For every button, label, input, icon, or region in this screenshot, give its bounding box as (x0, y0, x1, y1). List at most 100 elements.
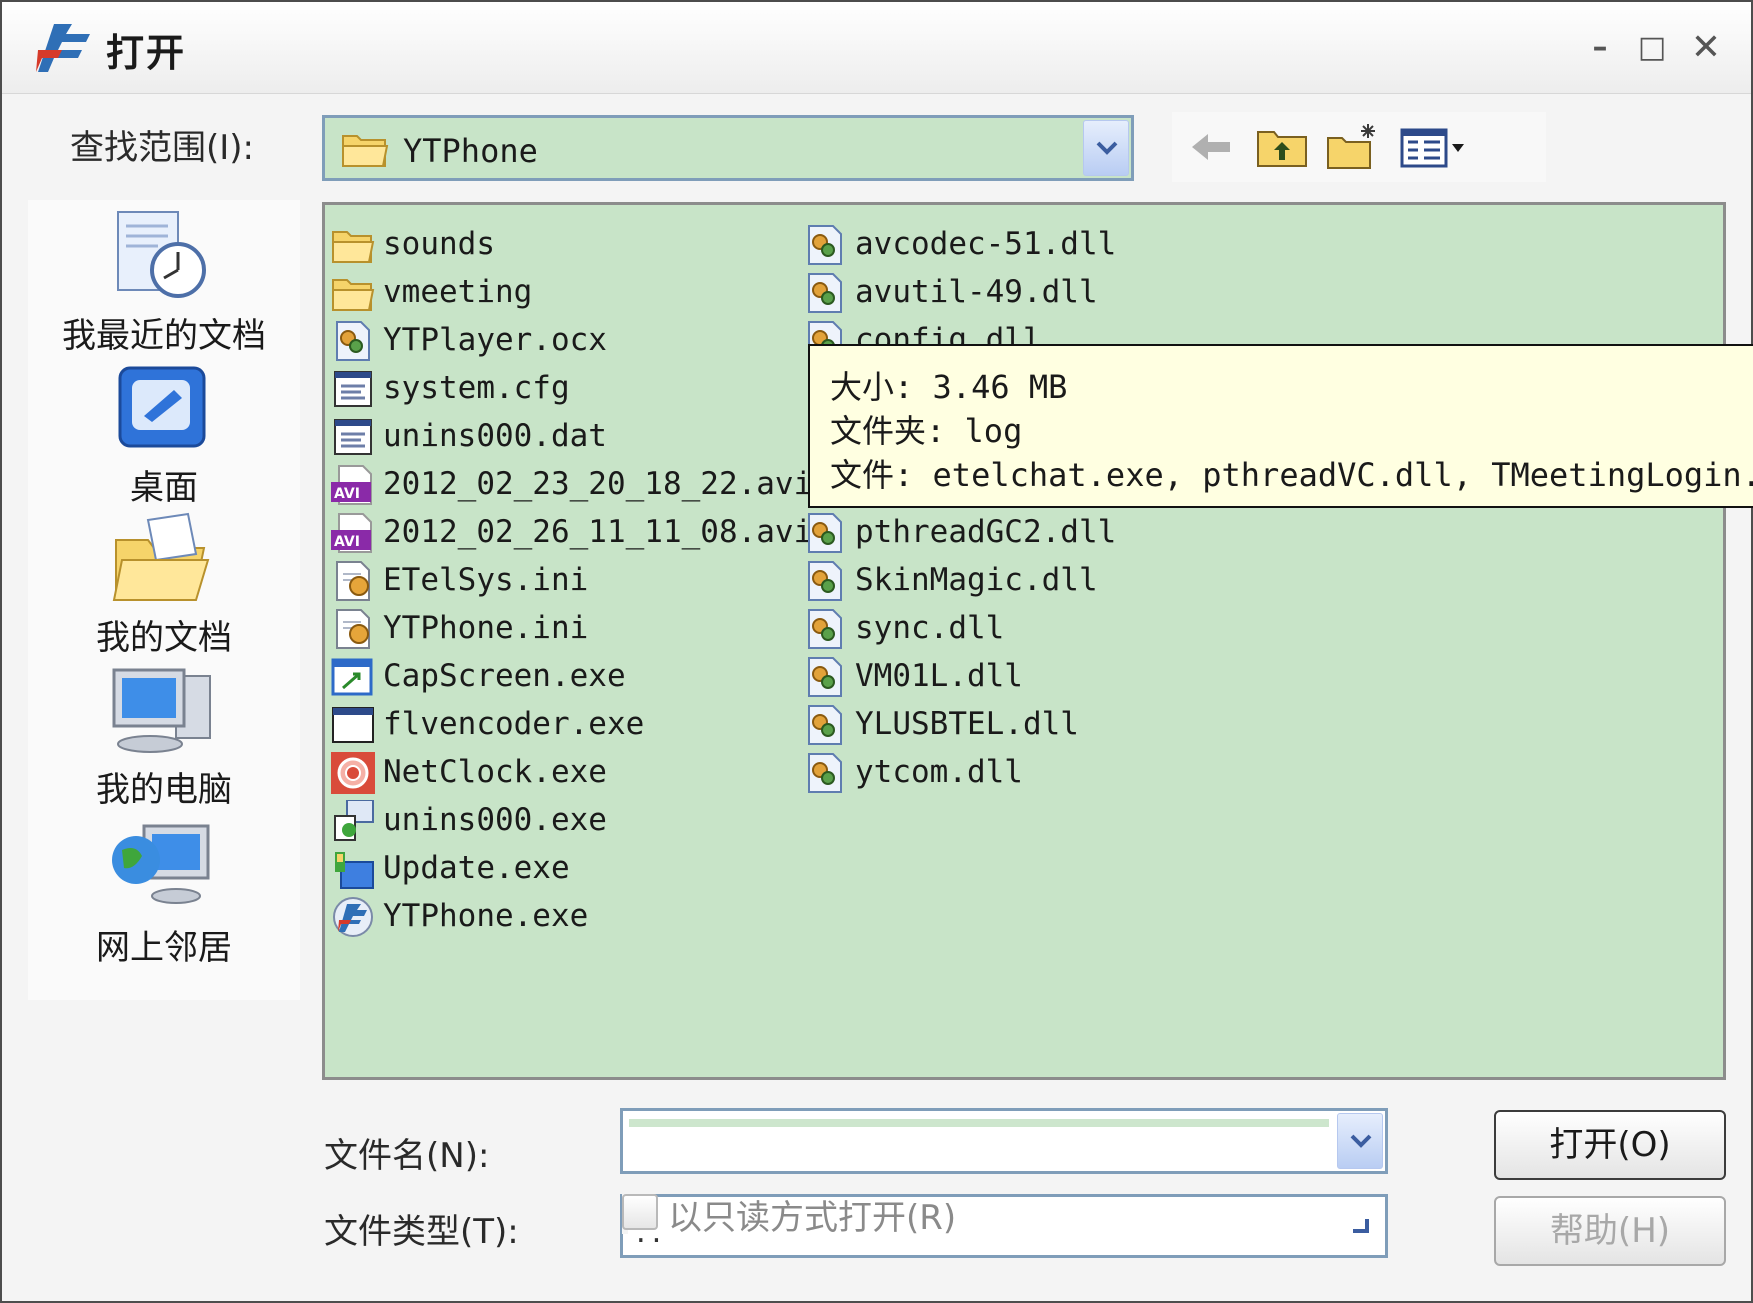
window-exe-icon (332, 707, 374, 743)
ini-icon (336, 561, 370, 601)
window-title: 打开 (106, 31, 187, 75)
place-network-places[interactable]: 网上邻居 (28, 820, 300, 970)
place-my-documents[interactable]: 我的文档 (28, 510, 300, 660)
dll-icon (808, 225, 842, 265)
tooltip-size: 大小: 3.46 MB (830, 368, 1068, 406)
chevron-down-icon (1350, 1134, 1372, 1148)
file-name: vmeeting (383, 274, 533, 310)
place-label-desktop: 桌面 (130, 468, 198, 508)
ytphone-app-icon (36, 24, 90, 72)
file-name: flvencoder.exe (383, 706, 645, 742)
help-button[interactable]: 帮助(H) (1494, 1196, 1726, 1266)
dll-icon (808, 561, 842, 601)
file-name: SkinMagic.dll (855, 562, 1098, 598)
uninstall-exe-icon (334, 800, 374, 841)
dll-icon (808, 273, 842, 313)
file-name: system.cfg (383, 370, 570, 406)
file-name: avutil-49.dll (855, 274, 1098, 310)
file-name: Update.exe (383, 850, 570, 886)
up-one-level-button[interactable] (1252, 120, 1312, 174)
place-label-my-computer: 我的电脑 (96, 770, 232, 810)
back-arrow-icon (1192, 134, 1230, 160)
filename-label: 文件名(N): (324, 1136, 490, 1176)
filetype-dropdown-button[interactable] (1337, 1199, 1383, 1253)
update-exe-icon (335, 852, 374, 889)
look-in-value: YTPhone (403, 132, 538, 170)
filetype-label: 文件类型(T): (324, 1212, 519, 1252)
place-my-computer[interactable]: 我的电脑 (28, 662, 300, 812)
file-name: unins000.dat (383, 418, 607, 454)
clock-exe-icon (331, 752, 375, 794)
file-name: sync.dll (855, 610, 1005, 646)
back-button[interactable] (1182, 120, 1242, 174)
view-menu-button[interactable] (1396, 120, 1476, 174)
folder-up-icon (1257, 131, 1307, 167)
config-file-icon (334, 371, 372, 407)
chevron-down-icon (1353, 1219, 1369, 1233)
desktop-icon (118, 366, 206, 448)
network-places-icon (112, 824, 210, 904)
file-name: ETelSys.ini (383, 562, 589, 598)
file-name: ytcom.dll (855, 754, 1023, 790)
look-in-label: 查找范围(I): (70, 128, 255, 168)
open-readonly-checkbox[interactable]: 以只读方式打开(R) (622, 1190, 956, 1238)
folder-icon (332, 279, 375, 311)
folder-icon (332, 231, 375, 263)
navigation-toolbar (1172, 112, 1546, 182)
file-name: VM01L.dll (855, 658, 1023, 694)
dll-icon (808, 657, 842, 697)
checkbox-box[interactable] (622, 1194, 658, 1230)
place-recent-documents[interactable]: 我最近的文档 (28, 208, 300, 358)
file-list[interactable]: sounds vmeeting YTPlayer.ocx system.cfg unin… (322, 202, 1726, 1080)
file-name: avcodec-51.dll (855, 226, 1117, 262)
ini-icon (336, 609, 370, 649)
filename-combo[interactable] (620, 1108, 1388, 1174)
file-name: pthreadGC2.dll (855, 514, 1117, 550)
svg-text:AVI: AVI (334, 486, 360, 502)
file-name: YTPlayer.ocx (383, 322, 607, 358)
title-bar[interactable]: 打开 – □ ✕ (2, 2, 1751, 94)
close-button[interactable]: ✕ (1686, 28, 1726, 68)
place-label-network: 网上邻居 (96, 928, 232, 968)
place-label-my-documents: 我的文档 (96, 618, 232, 658)
look-in-dropdown-button[interactable] (1083, 120, 1129, 176)
config-file-icon (334, 419, 372, 455)
file-name: YTPhone.ini (383, 610, 589, 646)
file-name: YTPhone.exe (383, 898, 589, 934)
folder-info-tooltip: 大小: 3.46 MB 文件夹: log 文件: etelchat.exe, p… (808, 344, 1753, 508)
file-name: YLUSBTEL.dll (855, 706, 1079, 742)
chevron-down-icon (1096, 141, 1118, 155)
minimize-button[interactable]: – (1580, 28, 1620, 68)
file-name: CapScreen.exe (383, 658, 626, 694)
my-documents-icon (112, 512, 210, 601)
svg-text:AVI: AVI (334, 534, 360, 550)
file-name: unins000.exe (383, 802, 607, 838)
new-folder-button[interactable] (1322, 120, 1382, 174)
readonly-label: 以只读方式打开(R) (668, 1198, 957, 1238)
place-label-recent: 我最近的文档 (62, 316, 266, 356)
view-list-icon (1400, 128, 1464, 168)
my-computer-icon (112, 668, 211, 753)
open-file-dialog: 打开 – □ ✕ 查找范围(I): YTPhone 我最近的文档 桌面 我的文档… (0, 0, 1753, 1303)
avi-icon: AVI (331, 465, 372, 505)
dll-icon (808, 753, 842, 793)
avi-icon: AVI (331, 513, 372, 553)
new-folder-icon (1327, 124, 1375, 169)
filename-dropdown-button[interactable] (1337, 1113, 1383, 1169)
dll-icon (808, 705, 842, 745)
dll-icon (808, 609, 842, 649)
file-name: 2012_02_23_20_18_22.avi (383, 466, 813, 502)
look-in-combo[interactable]: YTPhone (322, 115, 1134, 181)
dll-icon (808, 513, 842, 553)
open-button[interactable]: 打开(O) (1494, 1110, 1726, 1180)
maximize-button[interactable]: □ (1632, 28, 1672, 68)
places-bar: 我最近的文档 桌面 我的文档 我的电脑 网上邻居 (28, 200, 300, 1000)
capture-exe-icon (331, 658, 373, 696)
place-desktop[interactable]: 桌面 (28, 360, 300, 510)
tooltip-folder: 文件夹: log (830, 412, 1023, 450)
recent-documents-icon (117, 211, 206, 298)
tooltip-files: 文件: etelchat.exe, pthreadVC.dll, TMeetin… (830, 456, 1753, 494)
filename-input[interactable] (629, 1119, 1329, 1163)
file-name: 2012_02_26_11_11_08.avi (383, 514, 813, 550)
file-name: sounds (383, 226, 495, 262)
